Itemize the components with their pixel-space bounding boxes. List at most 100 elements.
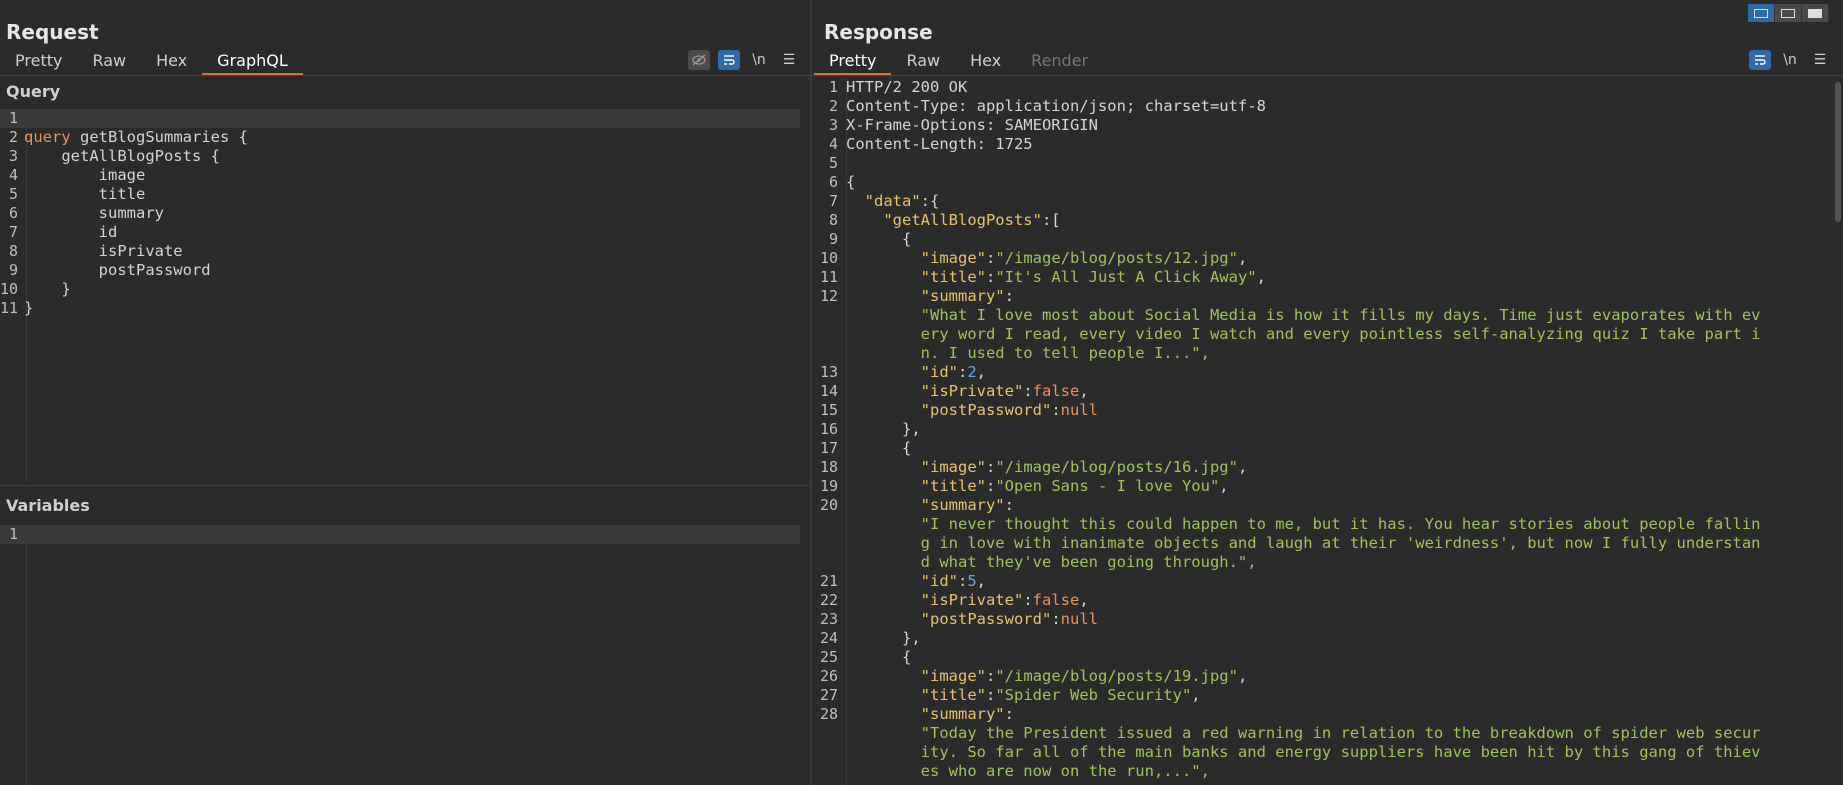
response-text: ery word I read, every video I watch and… (846, 325, 1761, 343)
tab-hex[interactable]: Hex (141, 47, 202, 75)
line-number: 10 (0, 280, 19, 298)
line-number (812, 743, 846, 762)
code-line: 3 getAllBlogPosts { (0, 147, 800, 166)
tab-raw[interactable]: Raw (891, 47, 955, 75)
response-scrollbar[interactable] (1835, 78, 1841, 785)
response-text: "data":{ (864, 192, 940, 210)
response-line: ity. So far all of the main banks and en… (812, 743, 1833, 762)
code-line: 4 image (0, 166, 800, 185)
single-pane-icon[interactable] (1802, 4, 1829, 22)
line-number: 1 (8, 525, 18, 543)
line-number: 2 (828, 97, 838, 115)
code-line: 6 summary (0, 204, 800, 223)
line-number: 24 (819, 629, 838, 647)
response-text: { (846, 173, 856, 191)
response-line: 6{ (812, 173, 1833, 192)
code-text: image (24, 166, 146, 184)
response-line: 12 "summary": (812, 287, 1833, 306)
stacked-icon[interactable] (1775, 4, 1802, 22)
response-line: 14 "isPrivate":false, (812, 382, 1833, 401)
variables-editor[interactable]: 1 (0, 525, 800, 785)
line-number (812, 515, 846, 534)
side-by-side-icon[interactable] (1748, 4, 1775, 22)
response-text: "id":5, (920, 572, 987, 590)
line-number: 4 (8, 166, 18, 184)
response-line: 28 "summary": (812, 705, 1833, 724)
response-text: "image":"/image/blog/posts/12.jpg", (920, 249, 1248, 267)
response-line: 5 (812, 154, 1833, 173)
line-number: 6 (828, 173, 838, 191)
response-line: 27 "title":"Spider Web Security", (812, 686, 1833, 705)
response-text: "summary": (920, 705, 1014, 723)
tab-hex[interactable]: Hex (955, 47, 1016, 75)
tab-graphql[interactable]: GraphQL (202, 47, 303, 75)
response-toolbar: \n ☰ (1749, 50, 1831, 70)
menu-icon[interactable]: ☰ (778, 50, 800, 70)
response-text: "title":"Spider Web Security", (920, 686, 1201, 704)
line-number: 2 (8, 128, 18, 146)
response-editor[interactable]: 1 HTTP/2 200 OK 2 Content-Type: application… (812, 78, 1833, 785)
request-panel: Request Pretty Raw Hex GraphQL \n ☰ Query 1… (0, 0, 810, 785)
line-number: 16 (819, 420, 838, 438)
code-text: id (24, 223, 118, 241)
code-text: } (24, 299, 34, 317)
tab-render[interactable]: Render (1016, 47, 1103, 75)
response-text: "isPrivate":false, (920, 591, 1089, 609)
line-number (812, 344, 846, 363)
tab-pretty[interactable]: Pretty (814, 47, 892, 75)
query-editor[interactable]: 1 2 query getBlogSummaries {3 getAllBlogPo… (0, 109, 800, 483)
response-text: "I never thought this could happen to me… (846, 515, 1761, 533)
response-line: d what they've been going through.", (812, 553, 1833, 572)
hide-icon[interactable] (688, 50, 710, 70)
response-text: "title":"It's All Just A Click Away", (920, 268, 1266, 286)
wrap-lines-icon[interactable] (718, 50, 740, 70)
response-line: 9 { (812, 230, 1833, 249)
response-text: "image":"/image/blog/posts/16.jpg", (920, 458, 1248, 476)
response-line: 13 "id":2, (812, 363, 1833, 382)
response-text: n. I used to tell people I...", (846, 344, 1210, 362)
line-number: 5 (8, 185, 18, 203)
response-line: 23 "postPassword":null (812, 610, 1833, 629)
line-number: 1 (8, 109, 18, 127)
line-number: 14 (819, 382, 838, 400)
response-line: 24 }, (812, 629, 1833, 648)
response-title: Response (824, 20, 933, 44)
line-number: 25 (819, 648, 838, 666)
line-number: 7 (828, 192, 838, 210)
response-text: "postPassword":null (920, 610, 1098, 628)
response-text: }, (846, 629, 921, 647)
response-text: Content-Type: application/json; charset=… (846, 97, 1266, 115)
response-line: 20 "summary": (812, 496, 1833, 515)
response-text: Content-Length: 1725 (846, 135, 1033, 153)
tab-raw[interactable]: Raw (77, 47, 141, 75)
code-line: 1 (0, 109, 800, 128)
line-number (812, 762, 846, 781)
line-number: 22 (819, 591, 838, 609)
tab-pretty[interactable]: Pretty (0, 47, 77, 75)
response-text: "Today the President issued a red warnin… (846, 724, 1761, 742)
response-text: g in love with inanimate objects and lau… (846, 534, 1761, 552)
newline-toggle-icon[interactable]: \n (748, 50, 770, 70)
line-number: 17 (819, 439, 838, 457)
response-text: }, (846, 420, 921, 438)
line-number: 6 (8, 204, 18, 222)
newline-toggle-icon[interactable]: \n (1779, 50, 1801, 70)
menu-icon[interactable]: ☰ (1809, 50, 1831, 70)
response-text: "getAllBlogPosts":[ (883, 211, 1061, 229)
line-number: 3 (8, 147, 18, 165)
response-line: 2 Content-Type: application/json; charset… (812, 97, 1833, 116)
line-number (812, 553, 846, 572)
request-title: Request (6, 20, 99, 44)
response-line: "What I love most about Social Media is … (812, 306, 1833, 325)
line-number: 15 (819, 401, 838, 419)
code-line: 2 query getBlogSummaries { (0, 128, 800, 147)
response-line: 10 "image":"/image/blog/posts/12.jpg", (812, 249, 1833, 268)
response-text: es who are now on the run,...", (846, 762, 1210, 780)
code-line: 11} (0, 299, 800, 318)
response-line: 25 { (812, 648, 1833, 667)
response-text: { (846, 648, 912, 666)
response-text: "postPassword":null (920, 401, 1098, 419)
response-line: es who are now on the run,...", (812, 762, 1833, 781)
wrap-lines-icon[interactable] (1749, 50, 1771, 70)
response-line: 18 "image":"/image/blog/posts/16.jpg", (812, 458, 1833, 477)
